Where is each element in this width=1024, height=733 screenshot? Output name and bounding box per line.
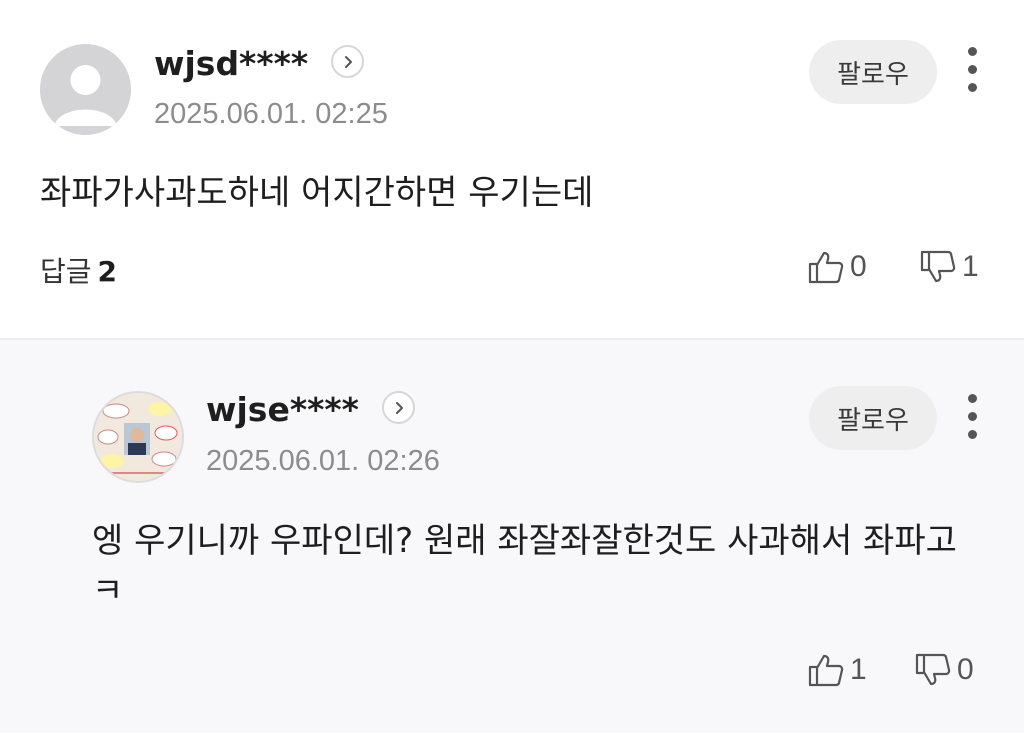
dislike-button[interactable]: 0: [915, 653, 974, 687]
avatar[interactable]: [92, 391, 184, 483]
reply-label: 답글: [40, 255, 92, 288]
like-count: 1: [850, 653, 867, 686]
thumbs-up-icon: [808, 251, 844, 284]
thumbs-up-icon: [808, 654, 844, 687]
reply-count: 2: [97, 255, 118, 288]
default-user-avatar-icon: [40, 44, 131, 135]
chevron-right-icon[interactable]: [382, 391, 415, 424]
reply-item: wjse**** 2025.06.01. 02:26 팔로우 엥 우기니까 우파…: [0, 340, 1024, 733]
avatar[interactable]: [40, 44, 131, 135]
like-button[interactable]: 0: [808, 250, 867, 284]
dislike-count: 1: [962, 250, 979, 283]
comment-date: 2025.06.01. 02:26: [206, 445, 440, 477]
comment-date: 2025.06.01. 02:25: [154, 98, 388, 130]
more-options-icon[interactable]: [963, 45, 983, 95]
thumbs-down-icon: [920, 250, 956, 283]
follow-button[interactable]: 팔로우: [809, 40, 937, 104]
thumbs-down-icon: [915, 653, 951, 686]
chevron-right-icon[interactable]: [331, 45, 364, 78]
like-button[interactable]: 1: [808, 653, 867, 687]
dislike-button[interactable]: 1: [920, 250, 979, 284]
more-options-icon[interactable]: [963, 392, 983, 442]
dislike-count: 0: [957, 653, 974, 686]
username[interactable]: wjsd****: [154, 44, 308, 83]
comment-text: 엥 우기니까 우파인데? 원래 좌잘좌잘한것도 사과해서 좌파고ㅋ: [92, 521, 957, 611]
username[interactable]: wjse****: [206, 390, 359, 429]
photo-avatar-icon: [94, 393, 182, 481]
comment-item: wjsd**** 2025.06.01. 02:25 팔로우 좌파가사과도하네 …: [0, 0, 1024, 338]
reply-toggle[interactable]: 답글 2: [40, 250, 117, 290]
comment-text: 좌파가사과도하네 어지간하면 우기는데: [40, 173, 594, 213]
follow-button[interactable]: 팔로우: [809, 386, 937, 450]
like-count: 0: [850, 250, 867, 283]
